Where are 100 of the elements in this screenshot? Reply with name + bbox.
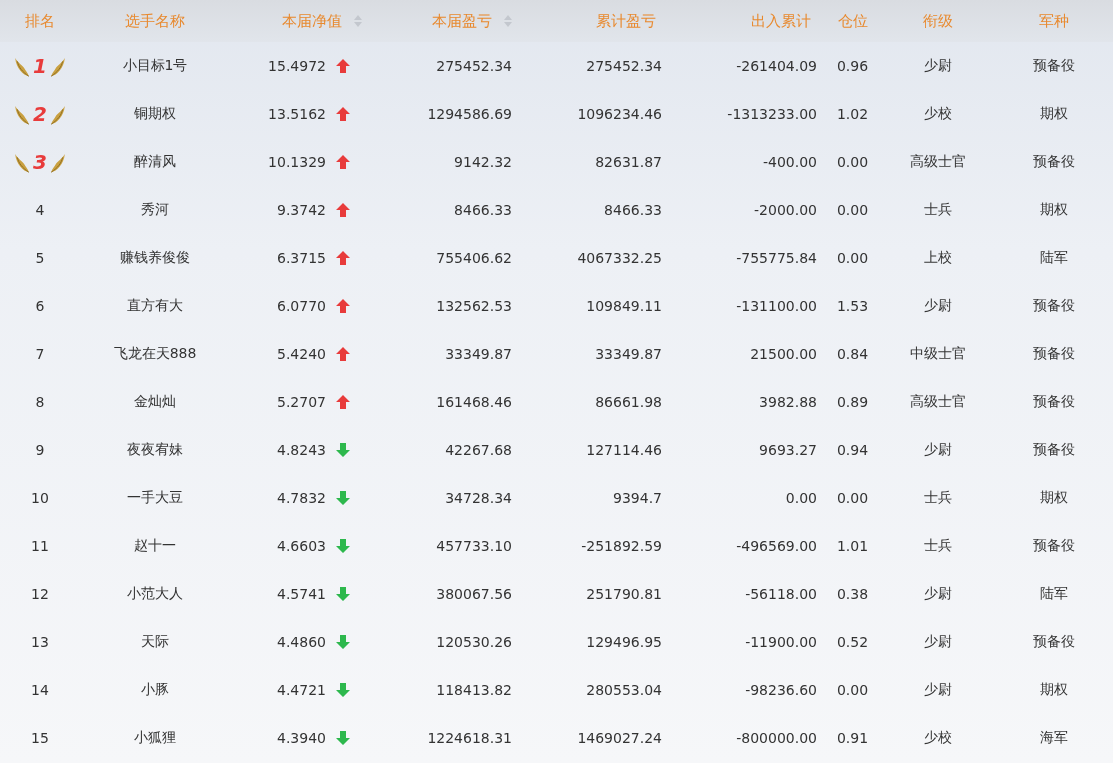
net-value: 6.3715 bbox=[277, 250, 326, 266]
player-name: 小范大人 bbox=[127, 585, 183, 603]
net-value: 4.4721 bbox=[277, 682, 326, 698]
grade-text: 少尉 bbox=[923, 297, 952, 315]
in-out-value: -400.00 bbox=[762, 154, 817, 170]
position-value: 0.00 bbox=[836, 202, 869, 218]
sort-icon[interactable] bbox=[504, 14, 512, 28]
player-name: 醉清风 bbox=[134, 153, 176, 171]
net-value: 13.5162 bbox=[268, 106, 326, 122]
player-name: 赚钱养俊俊 bbox=[120, 249, 190, 267]
column-header: 出入累计 bbox=[751, 11, 811, 31]
branch-text: 预备役 bbox=[1033, 393, 1075, 411]
grade-text: 少校 bbox=[923, 105, 952, 123]
rank-number: 13 bbox=[31, 634, 49, 650]
branch-text: 期权 bbox=[1040, 201, 1068, 219]
position-value: 0.00 bbox=[836, 682, 869, 698]
grade-text: 士兵 bbox=[923, 489, 952, 507]
in-out-value: -131100.00 bbox=[736, 298, 817, 314]
branch-text: 陆军 bbox=[1040, 585, 1068, 603]
grade-text: 少尉 bbox=[923, 441, 952, 459]
in-out-value: 21500.00 bbox=[750, 346, 817, 362]
in-out-value: -800000.00 bbox=[736, 730, 817, 746]
branch-text: 预备役 bbox=[1033, 633, 1075, 651]
position-value: 0.94 bbox=[836, 442, 869, 458]
branch-text: 陆军 bbox=[1040, 249, 1068, 267]
cumulative-value: 1469027.24 bbox=[577, 730, 662, 746]
net-value: 15.4972 bbox=[268, 58, 326, 74]
profit-value: 380067.56 bbox=[436, 586, 512, 602]
profit-value: 161468.46 bbox=[436, 394, 512, 410]
grade-text: 中级士官 bbox=[909, 345, 966, 363]
in-out-value: -755775.84 bbox=[736, 250, 817, 266]
profit-value: 118413.82 bbox=[436, 682, 512, 698]
rank-number: 3 bbox=[33, 150, 47, 174]
player-name: 飞龙在天888 bbox=[113, 345, 197, 363]
branch-text: 海军 bbox=[1040, 729, 1068, 747]
cumulative-value: 33349.87 bbox=[595, 346, 662, 362]
branch-text: 期权 bbox=[1040, 105, 1068, 123]
net-value: 5.2707 bbox=[277, 394, 326, 410]
profit-value: 120530.26 bbox=[436, 634, 512, 650]
player-name: 铜期权 bbox=[134, 105, 176, 123]
net-value: 4.4860 bbox=[277, 634, 326, 650]
grade-text: 高级士官 bbox=[909, 153, 966, 171]
profit-value: 1224618.31 bbox=[427, 730, 512, 746]
in-out-value: -261404.09 bbox=[736, 58, 817, 74]
player-name: 秀河 bbox=[141, 201, 169, 219]
position-value: 0.38 bbox=[836, 586, 869, 602]
in-out-value: 9693.27 bbox=[759, 442, 817, 458]
column-header: 选手名称 bbox=[125, 11, 185, 31]
player-name: 直方有大 bbox=[127, 297, 183, 315]
column-header: 累计盈亏 bbox=[596, 11, 656, 31]
grade-text: 少校 bbox=[923, 729, 952, 747]
rank-number: 2 bbox=[33, 102, 47, 126]
branch-text: 预备役 bbox=[1033, 537, 1075, 555]
position-value: 1.01 bbox=[836, 538, 869, 554]
profit-value: 755406.62 bbox=[436, 250, 512, 266]
net-value: 10.1329 bbox=[268, 154, 326, 170]
cumulative-value: 275452.34 bbox=[586, 58, 662, 74]
position-value: 0.00 bbox=[836, 154, 869, 170]
cumulative-value: 9394.7 bbox=[613, 490, 662, 506]
profit-value: 132562.53 bbox=[436, 298, 512, 314]
in-out-value: 3982.88 bbox=[759, 394, 817, 410]
in-out-value: -98236.60 bbox=[745, 682, 817, 698]
position-value: 0.52 bbox=[836, 634, 869, 650]
position-value: 1.53 bbox=[836, 298, 869, 314]
cumulative-value: 82631.87 bbox=[595, 154, 662, 170]
profit-value: 9142.32 bbox=[454, 154, 512, 170]
net-value: 4.8243 bbox=[277, 442, 326, 458]
position-value: 0.00 bbox=[836, 250, 869, 266]
net-value: 6.0770 bbox=[277, 298, 326, 314]
grade-text: 高级士官 bbox=[909, 393, 966, 411]
rank-number: 7 bbox=[35, 346, 45, 362]
net-value: 9.3742 bbox=[277, 202, 326, 218]
sort-icon[interactable] bbox=[354, 14, 362, 28]
grade-text: 士兵 bbox=[923, 537, 952, 555]
in-out-value: -11900.00 bbox=[745, 634, 817, 650]
player-name: 小豚 bbox=[141, 681, 169, 699]
cumulative-value: 280553.04 bbox=[586, 682, 662, 698]
column-header: 衔级 bbox=[922, 11, 953, 31]
branch-text: 预备役 bbox=[1033, 345, 1075, 363]
rank-number: 5 bbox=[35, 250, 45, 266]
grade-text: 上校 bbox=[923, 249, 952, 267]
player-name: 天际 bbox=[141, 633, 169, 651]
profit-value: 42267.68 bbox=[445, 442, 512, 458]
net-value: 4.5741 bbox=[277, 586, 326, 602]
column-header[interactable]: 本届盈亏 bbox=[432, 11, 492, 31]
player-name: 小目标1号 bbox=[122, 57, 188, 75]
player-name: 一手大豆 bbox=[127, 489, 183, 507]
profit-value: 275452.34 bbox=[436, 58, 512, 74]
grade-text: 士兵 bbox=[923, 201, 952, 219]
branch-text: 预备役 bbox=[1033, 57, 1075, 75]
rank-number: 15 bbox=[31, 730, 49, 746]
cumulative-value: 127114.46 bbox=[586, 442, 662, 458]
cumulative-value: 251790.81 bbox=[586, 586, 662, 602]
grade-text: 少尉 bbox=[923, 585, 952, 603]
player-name: 金灿灿 bbox=[134, 393, 176, 411]
column-header[interactable]: 本届净值 bbox=[282, 11, 342, 31]
cumulative-value: 8466.33 bbox=[604, 202, 662, 218]
grade-text: 少尉 bbox=[923, 57, 952, 75]
position-value: 0.84 bbox=[836, 346, 869, 362]
column-header: 排名 bbox=[25, 11, 55, 31]
